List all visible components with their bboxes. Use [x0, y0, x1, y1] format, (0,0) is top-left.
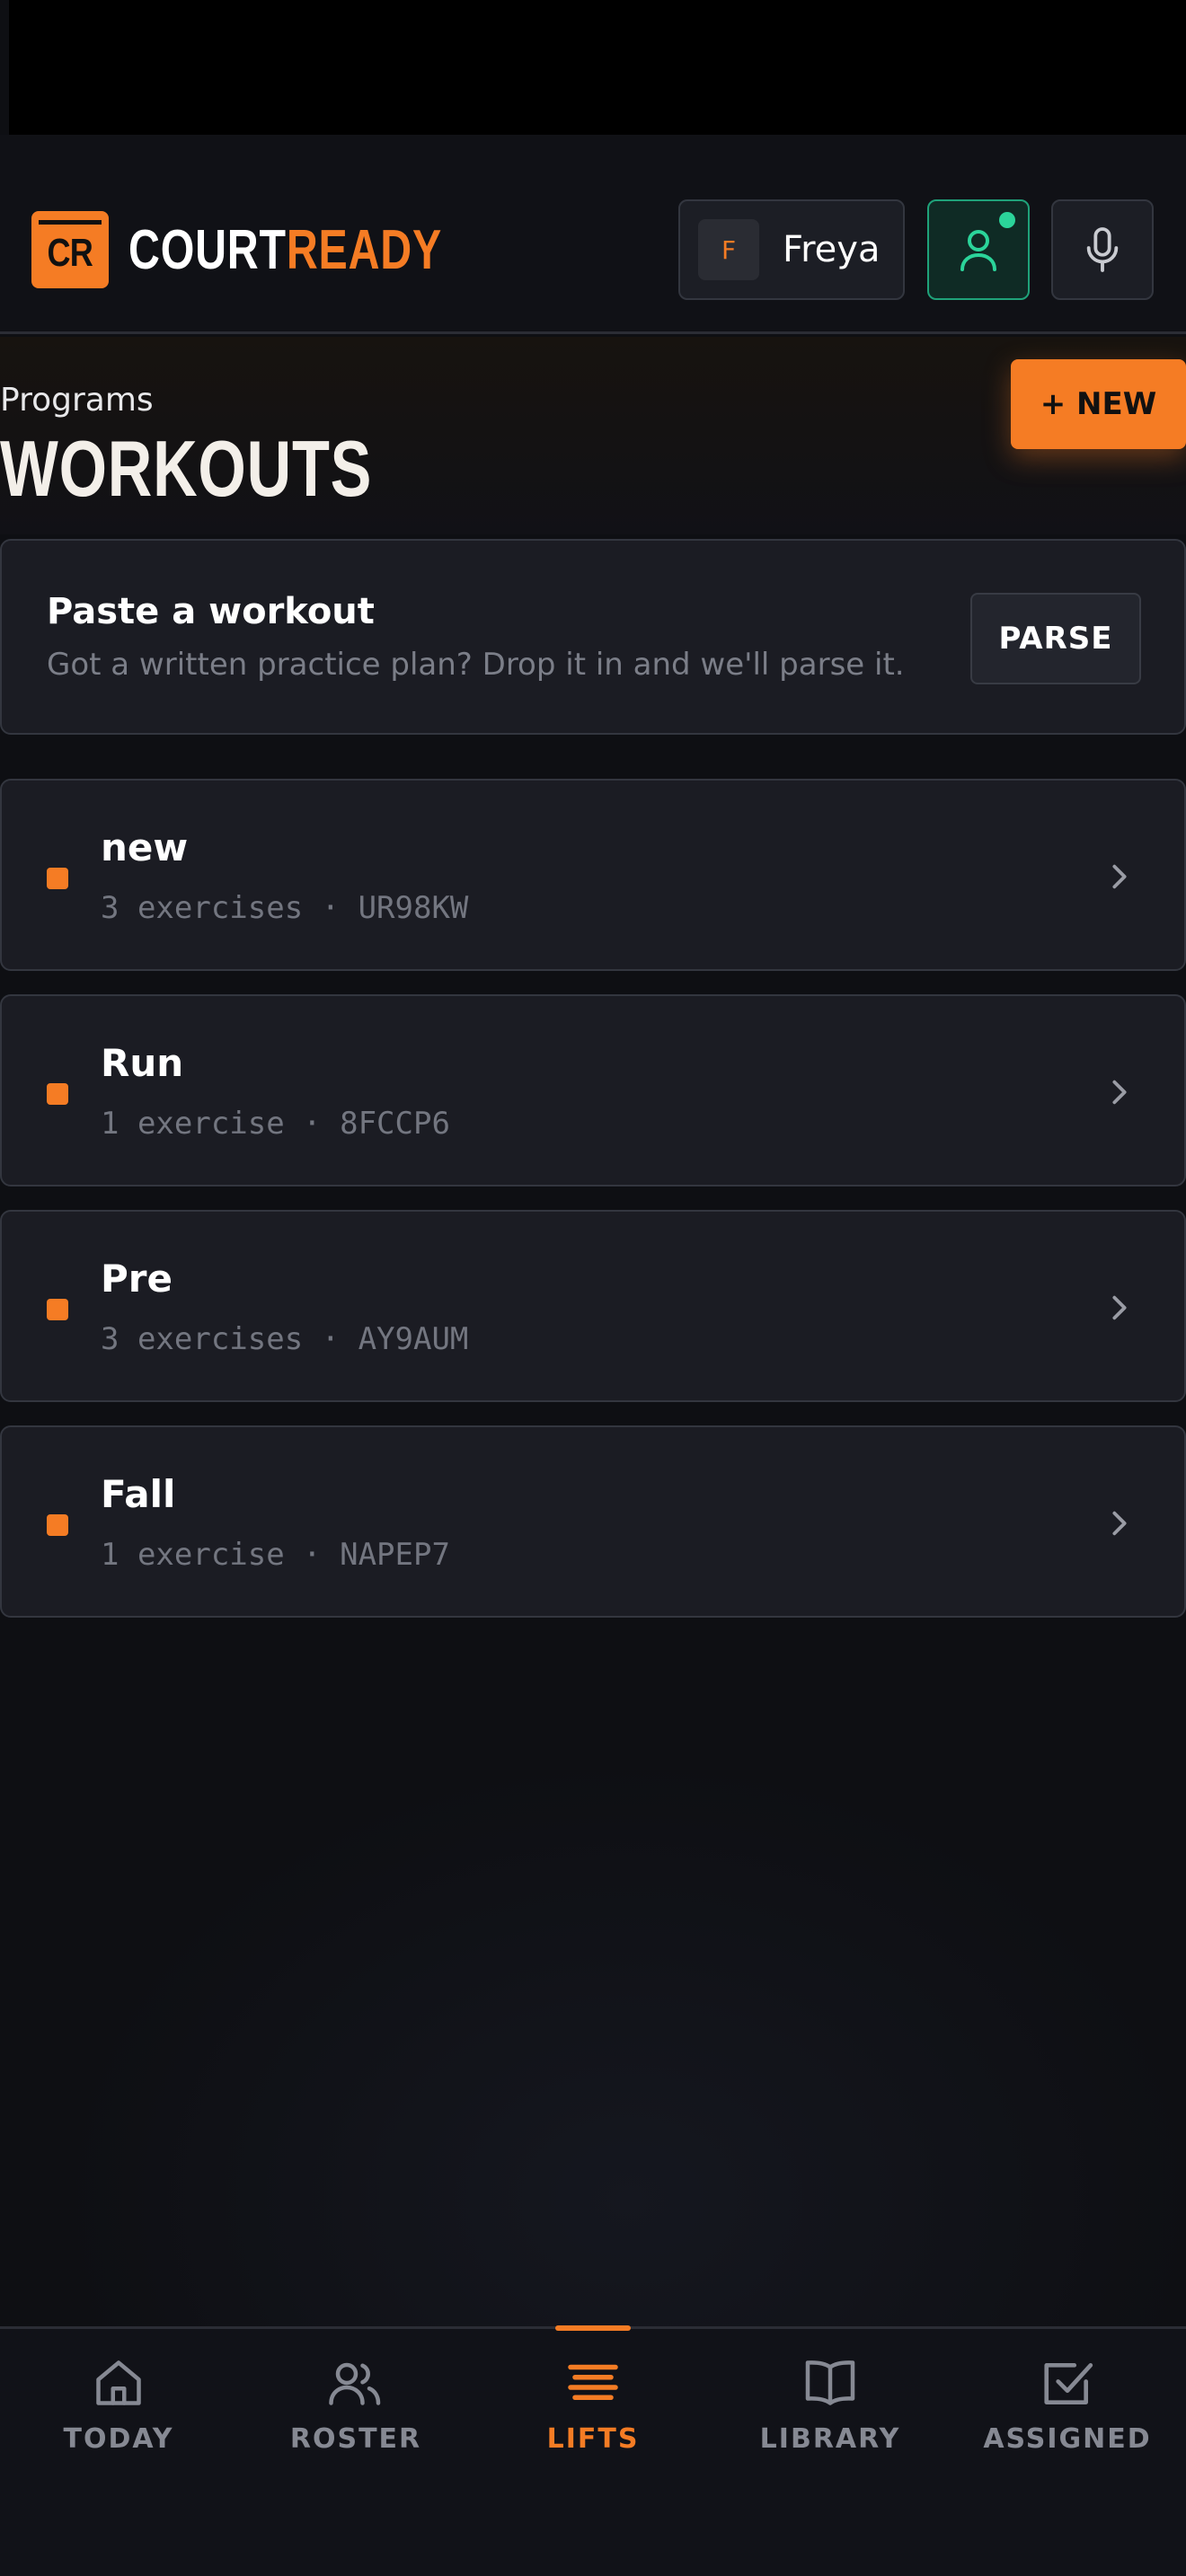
logo-wordmark: COURTREADY [128, 218, 442, 282]
workout-list-item[interactable]: new 3 exercises · UR98KW [0, 779, 1186, 971]
nav-label: TODAY [63, 2423, 174, 2455]
nav-item-lifts[interactable]: LIFTS [474, 2325, 712, 2509]
status-bar [9, 0, 1186, 135]
workouts-screen: CR COURTREADY F Freya Programs WORKOUTS [0, 0, 1186, 2576]
nav-label: LIBRARY [759, 2423, 901, 2455]
chevron-right-icon [1112, 1080, 1127, 1105]
workout-name: Run [101, 1041, 184, 1085]
paste-workout-card: Paste a workout Got a written practice p… [0, 539, 1186, 735]
workout-meta: 1 exercise · 8FCCP6 [101, 1106, 450, 1142]
workout-name: new [101, 825, 189, 869]
user-switcher[interactable]: F Freya [678, 199, 905, 300]
book-icon [805, 2360, 855, 2405]
chevron-right-icon [1112, 1295, 1127, 1320]
workout-list-item[interactable]: Pre 3 exercises · AY9AUM [0, 1210, 1186, 1402]
page-heading: Programs WORKOUTS + NEW [0, 337, 1186, 534]
nav-item-assigned[interactable]: ASSIGNED [949, 2329, 1186, 2509]
lifts-icon [568, 2364, 618, 2400]
nav-item-library[interactable]: LIBRARY [712, 2329, 949, 2509]
workout-meta: 3 exercises · AY9AUM [101, 1321, 469, 1357]
workout-meta: 1 exercise · NAPEP7 [101, 1537, 450, 1573]
nav-label: ASSIGNED [983, 2423, 1152, 2455]
bottom-navigation: TODAY ROSTER LIFTS LIBRARY ASSIGNED [0, 2325, 1186, 2576]
new-workout-button[interactable]: + NEW [1011, 359, 1186, 449]
workout-list-item[interactable]: Fall 1 exercise · NAPEP7 [0, 1425, 1186, 1618]
workout-status-dot [47, 1083, 68, 1105]
user-icon [960, 230, 996, 271]
home-icon [96, 2360, 141, 2405]
workout-name: Fall [101, 1472, 176, 1516]
paste-card-subtitle: Got a written practice plan? Drop it in … [47, 647, 905, 683]
chevron-right-icon [1112, 864, 1127, 889]
workout-status-dot [47, 1514, 68, 1536]
parse-button[interactable]: PARSE [970, 593, 1141, 684]
page-eyebrow: Programs [0, 382, 154, 419]
avatar: F [698, 219, 759, 280]
logo-badge-text: CR [47, 231, 93, 275]
nav-item-roster[interactable]: ROSTER [237, 2329, 474, 2509]
nav-label: LIFTS [546, 2423, 640, 2455]
users-icon [329, 2362, 381, 2405]
logo-badge: CR [31, 211, 109, 288]
microphone-icon [1086, 227, 1119, 272]
workout-name: Pre [101, 1257, 173, 1301]
online-status-dot [999, 212, 1015, 228]
voice-button[interactable] [1051, 199, 1154, 300]
workout-meta: 3 exercises · UR98KW [101, 890, 469, 926]
paste-card-title: Paste a workout [47, 591, 375, 632]
user-name: Freya [783, 229, 881, 270]
app-logo[interactable]: CR COURTREADY [31, 211, 530, 288]
logo-word-ready: READY [286, 218, 443, 281]
app-header: CR COURTREADY F Freya [0, 135, 1186, 334]
profile-button[interactable] [927, 199, 1030, 300]
nav-label: ROSTER [289, 2423, 422, 2455]
active-tab-indicator [555, 2325, 631, 2331]
workout-status-dot [47, 1299, 68, 1320]
checkbox-icon [1044, 2363, 1093, 2404]
logo-word-court: COURT [128, 218, 287, 281]
workout-list-item[interactable]: Run 1 exercise · 8FCCP6 [0, 994, 1186, 1187]
workout-status-dot [47, 868, 68, 889]
page-title: WORKOUTS [0, 424, 373, 513]
chevron-right-icon [1112, 1511, 1127, 1536]
nav-item-today[interactable]: TODAY [0, 2329, 237, 2509]
